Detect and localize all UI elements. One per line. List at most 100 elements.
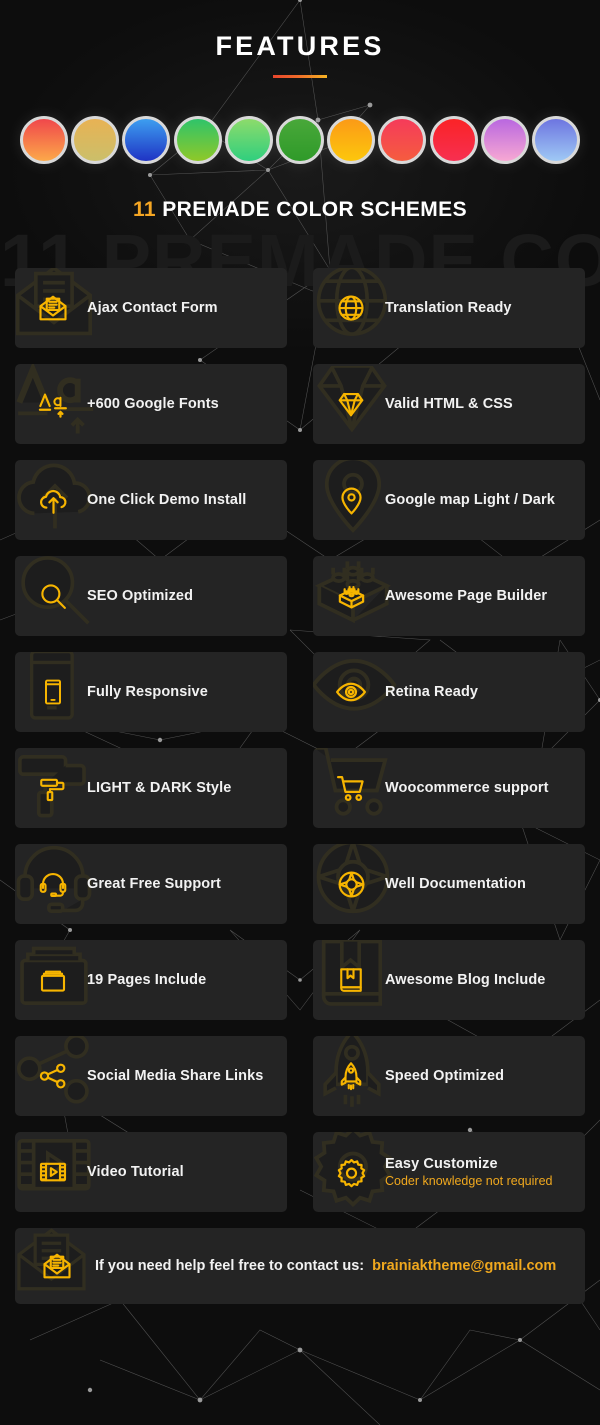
cloud-upload-icon (31, 485, 75, 516)
feature-text: Great Free Support (87, 876, 221, 892)
feature-text: LIGHT & DARK Style (87, 780, 231, 796)
bookmark-book-icon (329, 965, 373, 995)
gear-icon (329, 1157, 373, 1188)
globe-icon (329, 293, 373, 323)
feature-text: +600 Google Fonts (87, 396, 219, 412)
feature-card[interactable]: Fully Responsive (15, 652, 287, 732)
feature-card[interactable]: Awesome Page Builder (313, 556, 585, 636)
feature-label: +600 Google Fonts (87, 396, 219, 412)
color-swatch-7[interactable] (327, 116, 376, 164)
feature-label: Easy Customize (385, 1156, 498, 1172)
color-swatch-4[interactable] (173, 116, 222, 164)
feature-label: One Click Demo Install (87, 492, 247, 508)
feature-text: Retina Ready (385, 684, 478, 700)
mobile-phone-icon (31, 678, 75, 706)
contact-message: If you need help feel free to contact us… (95, 1258, 365, 1274)
feature-card[interactable]: +600 Google Fonts (15, 364, 287, 444)
film-play-icon (31, 1157, 75, 1187)
feature-text: Google map Light / Dark (385, 492, 555, 508)
feature-label: Valid HTML & CSS (385, 396, 513, 412)
feature-label: Well Documentation (385, 876, 526, 892)
feature-label: LIGHT & DARK Style (87, 780, 232, 796)
share-nodes-icon (31, 1061, 75, 1091)
feature-card[interactable]: Ajax Contact Form (15, 268, 287, 348)
feature-text: Well Documentation (385, 876, 526, 892)
feature-text: Easy Customize Coder knowledge not requir… (385, 1156, 552, 1188)
headset-icon (31, 869, 75, 899)
color-swatch-2[interactable] (71, 116, 120, 164)
lego-brick-icon (329, 581, 373, 612)
color-swatch-11[interactable] (531, 116, 580, 164)
paint-roller-icon (31, 773, 75, 803)
feature-card[interactable]: Well Documentation (313, 844, 585, 924)
diamond-icon (329, 389, 373, 419)
contact-bar[interactable]: If you need help feel free to contact us… (15, 1228, 585, 1304)
feature-card[interactable]: Social Media Share Links (15, 1036, 287, 1116)
rocket-icon (329, 1061, 373, 1091)
envelope-open-icon (31, 293, 75, 323)
feature-label: Fully Responsive (87, 684, 208, 700)
subtitle: 11 PREMADE COLOR SCHEMES (0, 198, 600, 222)
feature-text: One Click Demo Install (87, 492, 246, 508)
color-swatch-3[interactable] (122, 116, 171, 164)
subtitle-text: PREMADE COLOR SCHEMES (162, 198, 467, 221)
feature-card[interactable]: Great Free Support (15, 844, 287, 924)
life-ring-icon (329, 869, 373, 900)
feature-card[interactable]: SEO Optimized (15, 556, 287, 636)
color-swatch-5[interactable] (224, 116, 273, 164)
title-underline (273, 75, 327, 78)
feature-label: Woocommerce support (385, 780, 549, 796)
folder-icon (31, 965, 75, 995)
color-swatch-row (0, 116, 600, 164)
feature-card[interactable]: One Click Demo Install (15, 460, 287, 540)
feature-text: Ajax Contact Form (87, 300, 218, 316)
shopping-cart-icon (329, 773, 373, 804)
color-swatch-1[interactable] (20, 116, 68, 164)
feature-text: Social Media Share Links (87, 1068, 263, 1084)
feature-sublabel: Coder knowledge not required (385, 1174, 553, 1188)
color-swatch-10[interactable] (480, 116, 529, 164)
feature-card[interactable]: Retina Ready (313, 652, 585, 732)
feature-card[interactable]: Google map Light / Dark (313, 460, 585, 540)
feature-label: Social Media Share Links (87, 1068, 264, 1084)
feature-card[interactable]: Awesome Blog Include (313, 940, 585, 1020)
envelope-open-icon (33, 1251, 81, 1281)
feature-text: Speed Optimized (385, 1068, 504, 1084)
feature-text: SEO Optimized (87, 588, 193, 604)
feature-card[interactable]: Video Tutorial (15, 1132, 287, 1212)
typography-icon (31, 388, 75, 420)
features-page: 11 PREMADE COLOR S FEATURES 11 PREMADE C… (0, 0, 600, 1425)
feature-card[interactable]: LIGHT & DARK Style (15, 748, 287, 828)
color-swatch-9[interactable] (429, 116, 478, 164)
feature-label: Video Tutorial (87, 1164, 184, 1180)
contact-email-link[interactable]: brainiaktheme@gmail.com (372, 1258, 556, 1274)
feature-label: Speed Optimized (385, 1068, 505, 1084)
feature-label: Google map Light / Dark (385, 492, 555, 508)
feature-card[interactable]: Valid HTML & CSS (313, 364, 585, 444)
feature-label: SEO Optimized (87, 588, 194, 604)
subtitle-count: 11 (132, 198, 156, 221)
feature-card[interactable]: 19 Pages Include (15, 940, 287, 1020)
feature-text: 19 Pages Include (87, 972, 206, 988)
feature-text: Video Tutorial (87, 1164, 184, 1180)
page-header: FEATURES (0, 0, 600, 78)
page-title: FEATURES (215, 31, 385, 61)
feature-label: Awesome Blog Include (385, 972, 546, 988)
magnifier-icon (31, 581, 75, 611)
feature-card[interactable]: Translation Ready (313, 268, 585, 348)
feature-text: Fully Responsive (87, 684, 208, 700)
color-swatch-8[interactable] (378, 116, 427, 164)
feature-label: Retina Ready (385, 684, 479, 700)
feature-label: Awesome Page Builder (385, 588, 548, 604)
feature-text: Translation Ready (385, 300, 512, 316)
contact-text: If you need help feel free to contact us… (95, 1258, 556, 1274)
feature-label: Translation Ready (385, 300, 512, 316)
feature-card[interactable]: Speed Optimized (313, 1036, 585, 1116)
feature-card[interactable]: Woocommerce support (313, 748, 585, 828)
feature-card[interactable]: Easy Customize Coder knowledge not requir… (313, 1132, 585, 1212)
color-swatch-6[interactable] (275, 116, 324, 164)
feature-text: Woocommerce support (385, 780, 549, 796)
feature-label: Great Free Support (87, 876, 221, 892)
eye-icon (329, 676, 373, 708)
feature-label: 19 Pages Include (87, 972, 207, 988)
